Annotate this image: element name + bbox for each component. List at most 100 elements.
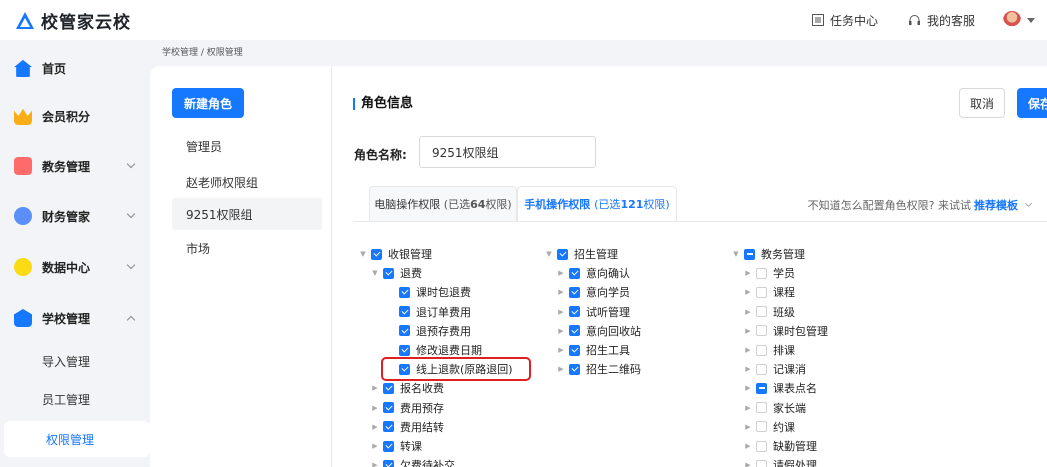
- permission-checkbox[interactable]: [756, 344, 767, 356]
- permission-checkbox[interactable]: [756, 402, 767, 414]
- tree-node[interactable]: ▶ 课时包管理: [743, 322, 828, 340]
- caret-right-icon[interactable]: ▶: [743, 442, 753, 450]
- permission-checkbox[interactable]: [756, 306, 767, 318]
- sidebar-subitem-permissions[interactable]: 权限管理: [4, 421, 150, 457]
- caret-down-icon[interactable]: ▼: [544, 250, 554, 258]
- tree-node[interactable]: 退预存费用: [386, 322, 471, 340]
- permission-checkbox[interactable]: [756, 363, 767, 375]
- recommend-template-link[interactable]: 推荐模板: [974, 197, 1018, 213]
- permission-checkbox[interactable]: [383, 459, 394, 467]
- sidebar-subitem-import[interactable]: 导入管理: [0, 343, 150, 379]
- permission-checkbox[interactable]: [756, 421, 767, 433]
- tree-node[interactable]: ▶ 家长端: [743, 399, 806, 417]
- caret-right-icon[interactable]: ▶: [743, 365, 753, 373]
- tree-node[interactable]: ▶ 招生工具: [556, 341, 630, 359]
- tree-node[interactable]: 退订单费用: [386, 303, 471, 321]
- tree-node[interactable]: ▶ 意向回收站: [556, 322, 641, 340]
- tree-node[interactable]: ▶ 费用预存: [370, 399, 444, 417]
- tree-node[interactable]: ▶ 排课: [743, 341, 795, 359]
- tree-node[interactable]: ▶ 学员: [743, 264, 795, 282]
- caret-right-icon[interactable]: ▶: [556, 365, 566, 373]
- tree-node[interactable]: ▶ 试听管理: [556, 303, 630, 321]
- caret-right-icon[interactable]: ▶: [743, 288, 753, 296]
- permission-checkbox[interactable]: [569, 286, 580, 298]
- permission-checkbox[interactable]: [756, 286, 767, 298]
- save-button[interactable]: 保存: [1017, 88, 1047, 118]
- permission-checkbox[interactable]: [399, 306, 410, 318]
- permission-checkbox[interactable]: [383, 402, 394, 414]
- support-button[interactable]: 我的客服: [908, 12, 975, 29]
- sidebar-item-data[interactable]: 数据中心: [0, 247, 150, 287]
- tree-node[interactable]: ▶ 招生二维码: [556, 360, 641, 378]
- sidebar-item-academic[interactable]: 教务管理: [0, 146, 150, 186]
- permission-checkbox[interactable]: [383, 382, 394, 394]
- permission-checkbox[interactable]: [756, 382, 767, 394]
- permission-checkbox[interactable]: [756, 440, 767, 452]
- permission-checkbox[interactable]: [399, 344, 410, 356]
- caret-right-icon[interactable]: ▶: [556, 327, 566, 335]
- tree-node[interactable]: ▼ 招生管理: [544, 245, 618, 263]
- tree-node[interactable]: ▶ 意向学员: [556, 283, 630, 301]
- permission-checkbox[interactable]: [371, 248, 382, 260]
- tree-node[interactable]: ▶ 记课消: [743, 360, 806, 378]
- caret-right-icon[interactable]: ▶: [743, 384, 753, 392]
- caret-down-icon[interactable]: ▼: [370, 269, 380, 277]
- tree-node[interactable]: ▶ 报名收费: [370, 379, 444, 397]
- caret-right-icon[interactable]: ▶: [743, 308, 753, 316]
- permission-checkbox[interactable]: [557, 248, 568, 260]
- permission-checkbox[interactable]: [744, 248, 755, 260]
- tree-node[interactable]: ▶ 请假处理: [743, 456, 817, 467]
- permission-checkbox[interactable]: [756, 267, 767, 279]
- tab-mobile-permissions[interactable]: 手机操作权限 (已选 121 权限): [517, 186, 677, 222]
- caret-right-icon[interactable]: ▶: [556, 269, 566, 277]
- tree-node[interactable]: ▶ 意向确认: [556, 264, 630, 282]
- caret-down-icon[interactable]: ▼: [358, 250, 368, 258]
- chevron-down-icon[interactable]: [1027, 17, 1035, 23]
- caret-right-icon[interactable]: ▶: [743, 423, 753, 431]
- permission-checkbox[interactable]: [383, 267, 394, 279]
- role-item[interactable]: 市场: [172, 232, 322, 264]
- permission-checkbox[interactable]: [383, 440, 394, 452]
- caret-right-icon[interactable]: ▶: [370, 404, 380, 412]
- permission-checkbox[interactable]: [569, 267, 580, 279]
- chevron-down-icon[interactable]: [1024, 199, 1033, 208]
- permission-checkbox[interactable]: [756, 459, 767, 467]
- tree-node[interactable]: ▶ 欠费待补交: [370, 456, 455, 467]
- role-item[interactable]: 赵老师权限组: [172, 166, 322, 198]
- caret-right-icon[interactable]: ▶: [556, 308, 566, 316]
- permission-checkbox[interactable]: [569, 306, 580, 318]
- tree-node[interactable]: ▶ 课程: [743, 283, 795, 301]
- caret-down-icon[interactable]: ▼: [731, 250, 741, 258]
- role-item-selected[interactable]: 9251权限组: [172, 198, 322, 230]
- caret-right-icon[interactable]: ▶: [556, 346, 566, 354]
- new-role-button[interactable]: 新建角色: [172, 88, 244, 118]
- caret-right-icon[interactable]: ▶: [743, 327, 753, 335]
- tree-node[interactable]: ▼ 收银管理: [358, 245, 432, 263]
- app-logo[interactable]: 校管家云校: [14, 8, 131, 33]
- caret-right-icon[interactable]: ▶: [370, 442, 380, 450]
- permission-checkbox[interactable]: [569, 325, 580, 337]
- role-name-input[interactable]: 9251权限组: [419, 136, 596, 168]
- permission-checkbox[interactable]: [399, 325, 410, 337]
- tree-node[interactable]: ▶ 转课: [370, 437, 422, 455]
- permission-checkbox[interactable]: [569, 344, 580, 356]
- tab-pc-permissions[interactable]: 电脑操作权限 (已选 64 权限): [369, 186, 517, 222]
- caret-right-icon[interactable]: ▶: [370, 423, 380, 431]
- tree-node[interactable]: ▶ 缺勤管理: [743, 437, 817, 455]
- permission-checkbox[interactable]: [383, 421, 394, 433]
- tree-node[interactable]: ▶ 课表点名: [743, 379, 817, 397]
- sidebar-item-points[interactable]: 会员积分: [0, 96, 150, 136]
- sidebar-item-finance[interactable]: 财务管家: [0, 196, 150, 236]
- cancel-button[interactable]: 取消: [959, 88, 1005, 118]
- caret-right-icon[interactable]: ▶: [743, 346, 753, 354]
- caret-right-icon[interactable]: ▶: [370, 461, 380, 467]
- permission-checkbox[interactable]: [569, 363, 580, 375]
- sidebar-subitem-staff[interactable]: 员工管理: [0, 381, 150, 417]
- caret-right-icon[interactable]: ▶: [743, 461, 753, 467]
- user-avatar[interactable]: [1003, 11, 1021, 29]
- caret-right-icon[interactable]: ▶: [743, 404, 753, 412]
- tree-node[interactable]: ▼ 退费: [370, 264, 422, 282]
- tree-node[interactable]: ▶ 费用结转: [370, 418, 444, 436]
- caret-right-icon[interactable]: ▶: [556, 288, 566, 296]
- caret-right-icon[interactable]: ▶: [743, 269, 753, 277]
